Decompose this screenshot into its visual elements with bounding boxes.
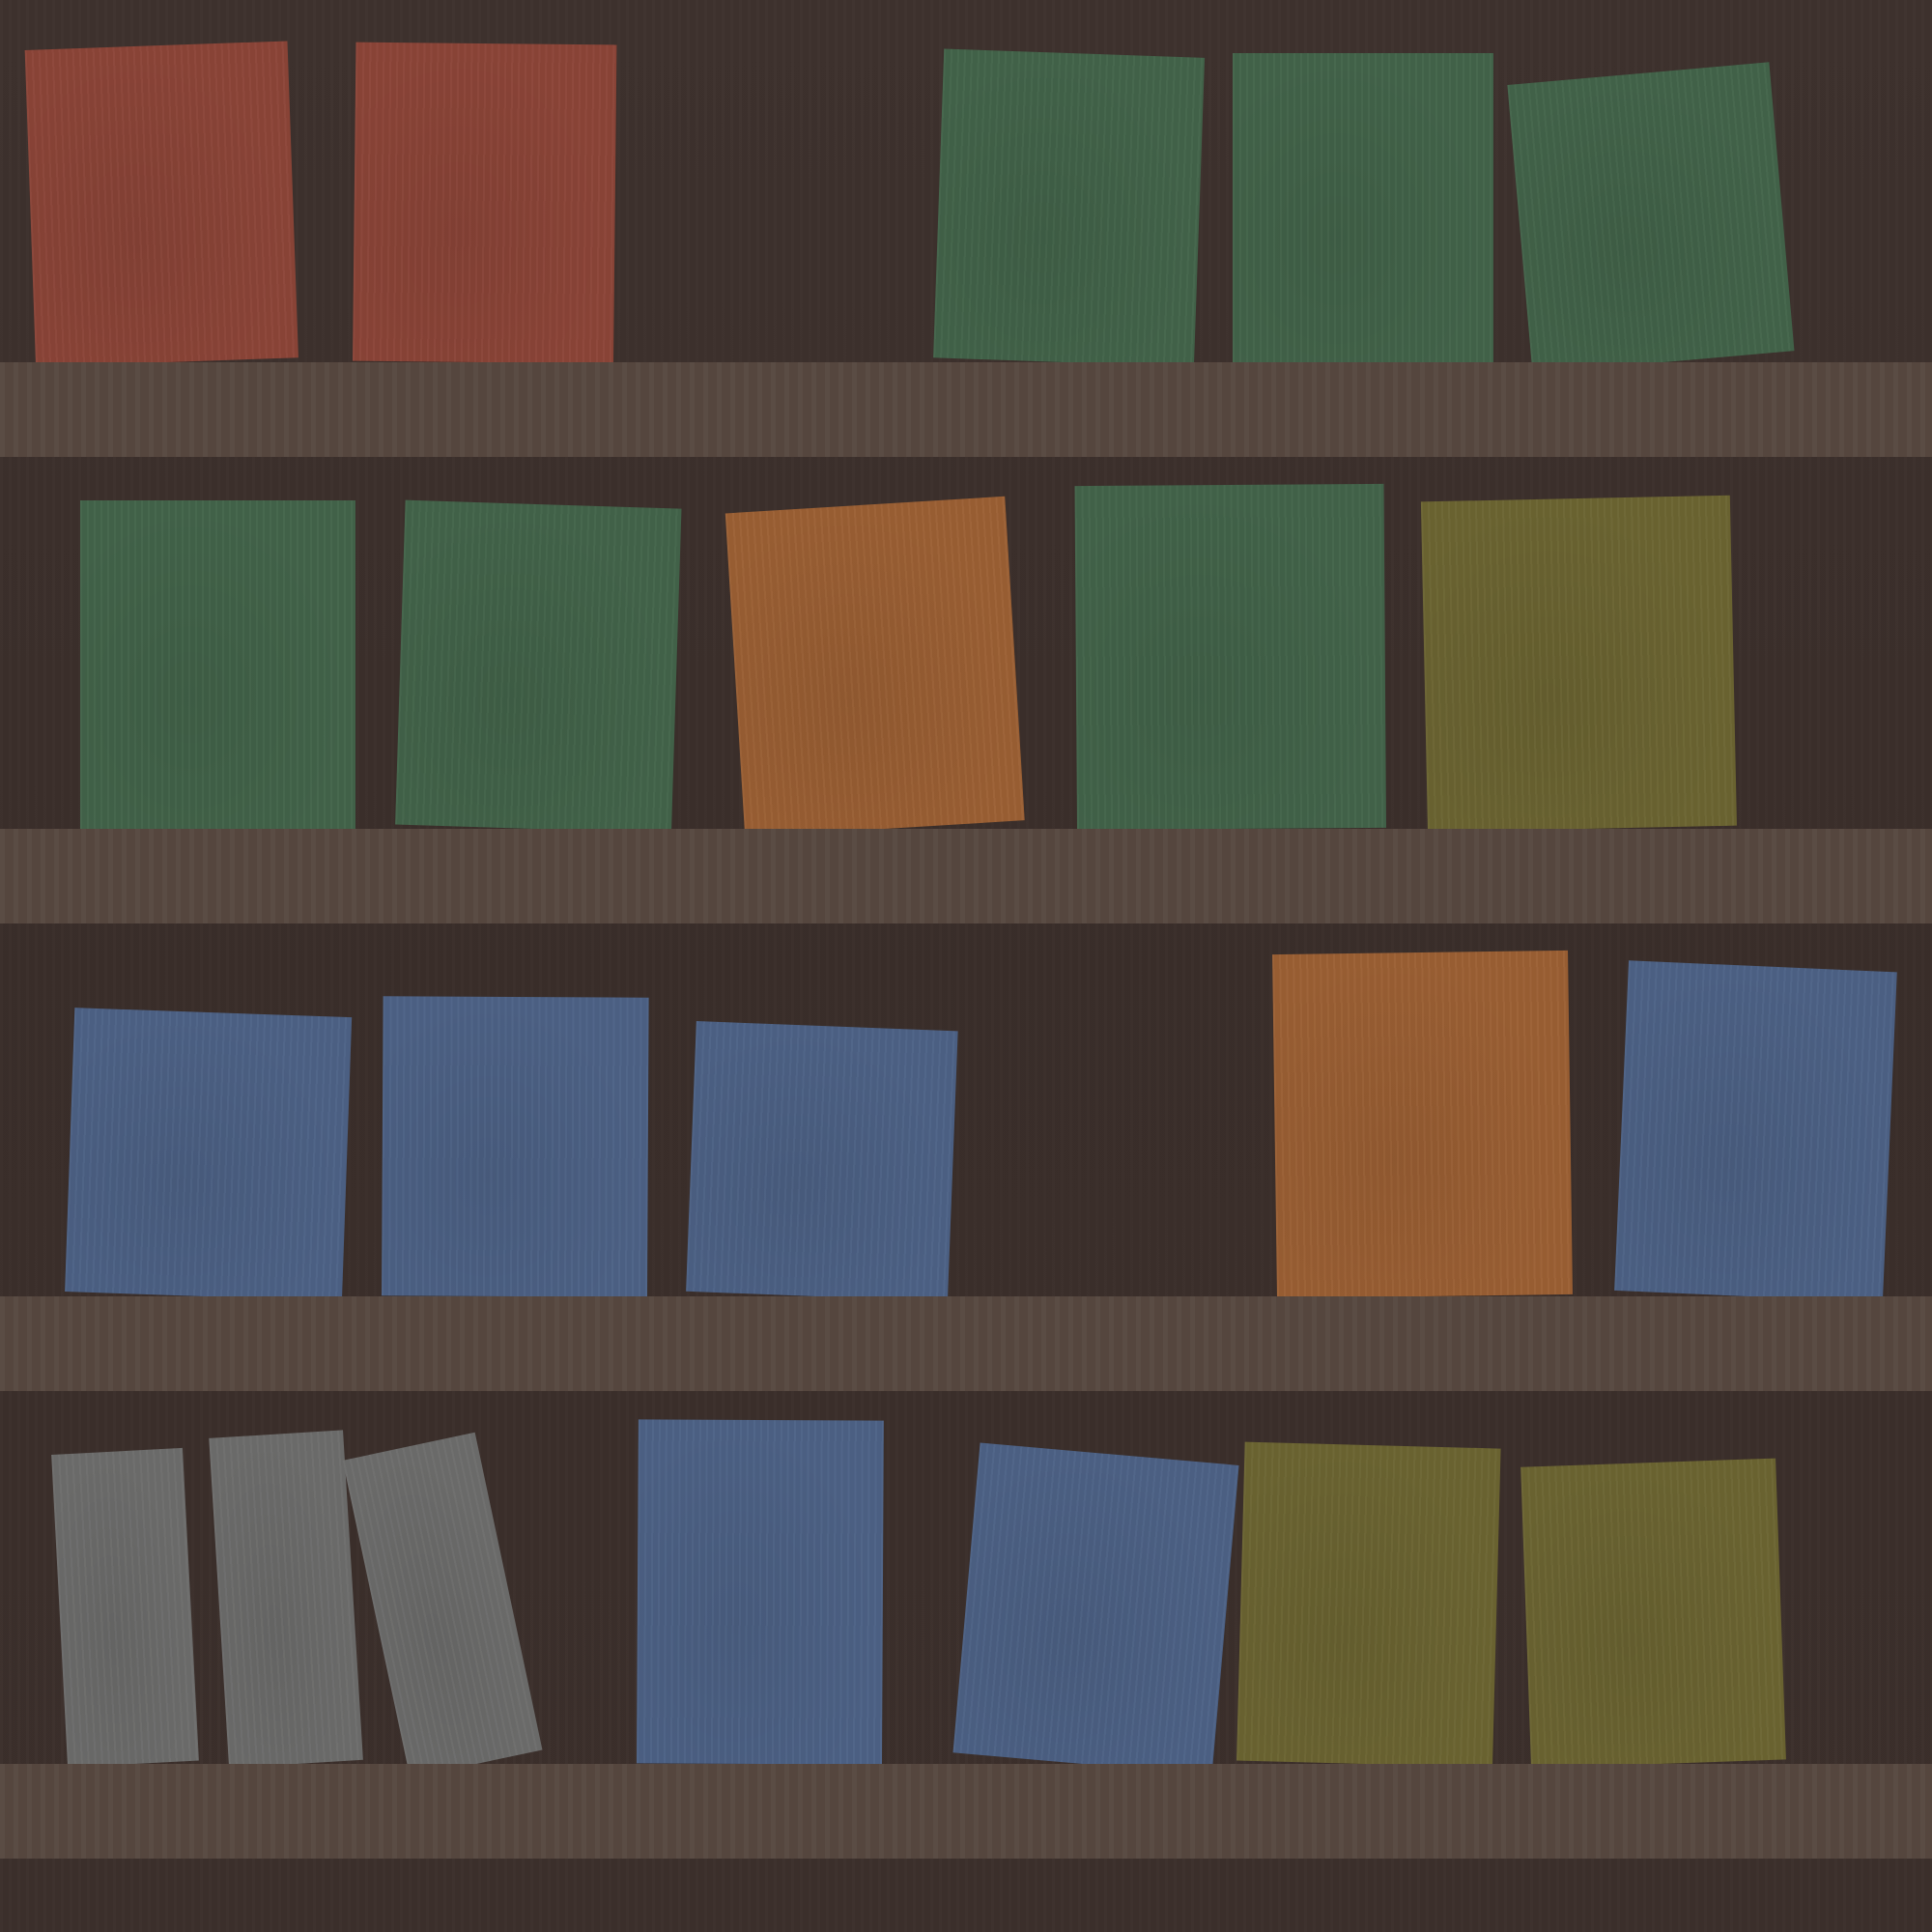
shelf-plank-3: [0, 1296, 1932, 1391]
book-orange[interactable]: [1272, 950, 1573, 1299]
book-gray[interactable]: [342, 1432, 543, 1778]
book-blue[interactable]: [65, 1008, 353, 1302]
book-olive[interactable]: [1236, 1441, 1501, 1768]
book-olive[interactable]: [1520, 1458, 1786, 1769]
book-green[interactable]: [80, 500, 355, 829]
book-olive[interactable]: [1420, 495, 1737, 833]
book-orange[interactable]: [724, 496, 1025, 838]
shelf-plank-4: [0, 1764, 1932, 1859]
book-blue[interactable]: [686, 1021, 958, 1302]
bookshelf-scene: [0, 0, 1932, 1932]
book-red[interactable]: [353, 42, 617, 364]
book-green[interactable]: [1074, 483, 1386, 831]
book-green[interactable]: [933, 48, 1206, 367]
book-blue[interactable]: [1614, 960, 1897, 1303]
book-green[interactable]: [1233, 53, 1493, 362]
book-gray[interactable]: [209, 1430, 363, 1769]
book-gray[interactable]: [51, 1447, 199, 1768]
book-green[interactable]: [395, 499, 682, 834]
shelf-plank-2: [0, 829, 1932, 923]
book-red[interactable]: [24, 41, 298, 367]
book-blue[interactable]: [637, 1419, 884, 1765]
book-green[interactable]: [1507, 62, 1795, 374]
shelf-plank-1: [0, 362, 1932, 457]
book-blue[interactable]: [952, 1442, 1239, 1776]
book-blue[interactable]: [382, 996, 649, 1297]
